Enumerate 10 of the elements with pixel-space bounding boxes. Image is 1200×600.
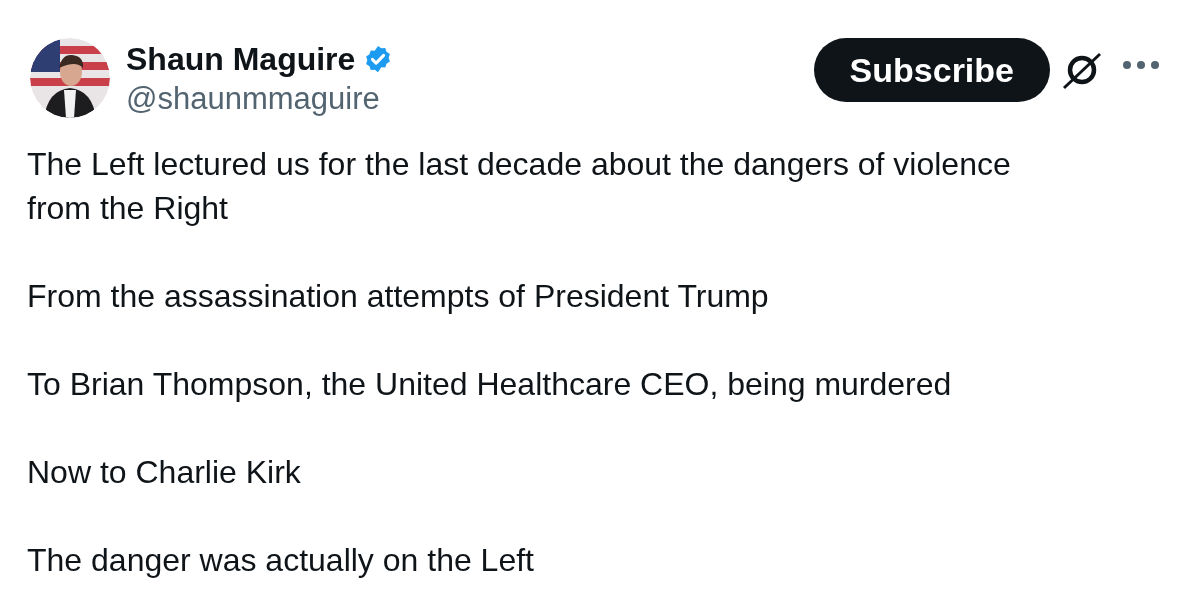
post-paragraph: The danger was actually on the Left [27, 541, 535, 580]
author-name[interactable]: Shaun Maguire [126, 38, 356, 80]
slashed-circle-icon[interactable] [1060, 50, 1104, 90]
post-paragraph: Now to Charlie Kirk [27, 453, 302, 492]
post-paragraph: From the assassination attempts of President Trump [27, 277, 770, 316]
more-icon[interactable] [1122, 60, 1160, 70]
subscribe-button[interactable]: Subscribe [813, 38, 1050, 102]
post-paragraph: To Brian Thompson, the United Healthcare CEO, being murdered [27, 365, 953, 404]
author-handle[interactable]: @shaunmmaguire [126, 80, 394, 118]
post-paragraph: The Left lectured us for the last decade about the dangers of violence from the Right [27, 145, 1012, 228]
